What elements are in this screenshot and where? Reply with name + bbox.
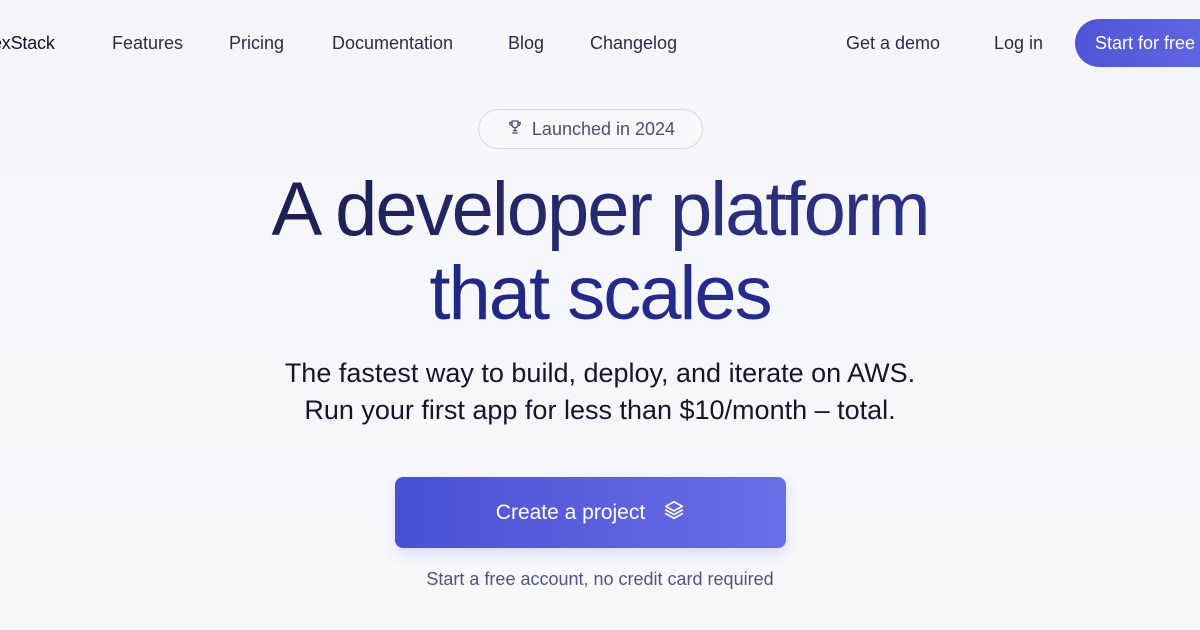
hero-subheading: The fastest way to build, deploy, and it… (0, 355, 1200, 429)
launch-badge-label: Launched in 2024 (531, 118, 676, 139)
top-navigation: exStack Features Pricing Documentation B… (0, 0, 1200, 88)
nav-link-changelog[interactable]: Changelog (590, 33, 677, 54)
login-link[interactable]: Log in (994, 33, 1043, 54)
headline-line-2: that scales (0, 252, 1200, 336)
launch-badge: Launched in 2024 (478, 109, 703, 149)
subheading-line-2: Run your first app for less than $10/mon… (304, 395, 896, 425)
cta-footnote: Start a free account, no credit card req… (426, 569, 774, 589)
create-project-label: Create a project (495, 500, 646, 524)
trophy-icon (506, 118, 524, 141)
nav-link-documentation[interactable]: Documentation (332, 33, 453, 54)
nav-link-blog[interactable]: Blog (508, 33, 544, 54)
nav-link-features[interactable]: Features (112, 33, 183, 54)
start-for-free-button[interactable]: Start for free (1075, 19, 1200, 67)
headline-line-1: A developer platform (0, 168, 1200, 252)
nav-link-pricing[interactable]: Pricing (229, 33, 284, 54)
subheading-line-1: The fastest way to build, deploy, and it… (284, 358, 916, 388)
hero-headline: A developer platform that scales (0, 168, 1200, 336)
layers-icon (663, 499, 685, 527)
brand-logo-text[interactable]: exStack (0, 33, 55, 54)
get-demo-link[interactable]: Get a demo (846, 33, 940, 54)
create-project-button[interactable]: Create a project (395, 477, 786, 548)
